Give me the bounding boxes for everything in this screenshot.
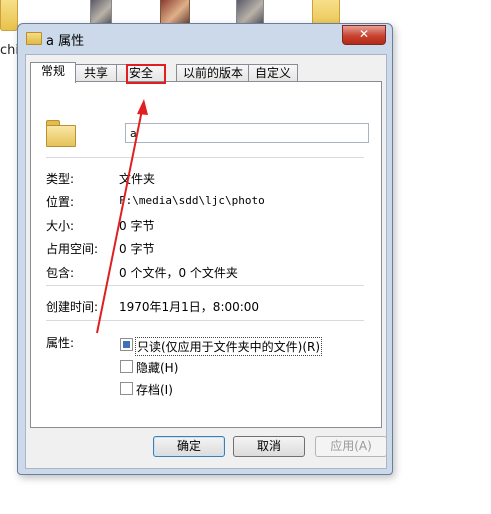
security-tab-highlight-box (126, 64, 166, 84)
arrow-head (137, 99, 148, 115)
tab-general[interactable]: 常规 (30, 62, 76, 83)
arrow-shaft (96, 109, 143, 334)
